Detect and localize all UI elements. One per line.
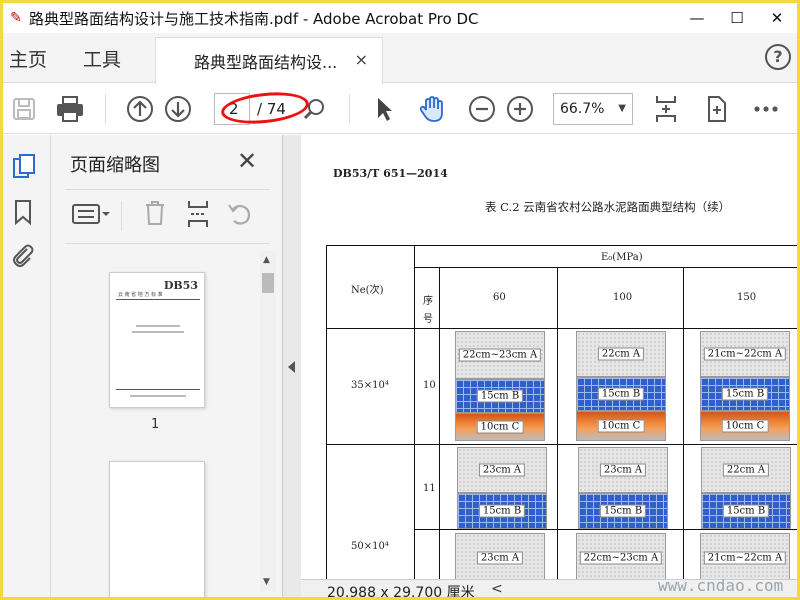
thumbnail-panel: 页面缩略图 ✕ DB53 云 南 省 地 方 标 准 1 <box>51 135 283 597</box>
layer-label: 22cm~23cm A <box>458 348 542 362</box>
zoom-out-icon[interactable] <box>467 92 497 126</box>
structure-stack: 23cm A 15cm B <box>457 447 547 529</box>
layer-label: 15cm B <box>599 504 647 518</box>
layer-label: 21cm~22cm A <box>703 347 787 361</box>
hand-tool-icon[interactable] <box>415 92 449 126</box>
layer-label: 15cm B <box>478 504 526 518</box>
navigation-rail <box>3 135 51 597</box>
tab-bar: 主页 工具 路典型路面结构设... × ? <box>3 33 797 84</box>
layer-label: 10cm C <box>597 419 645 433</box>
doc-header: DB53/T 651—2014 <box>333 167 448 180</box>
structure-stack: 23cm A <box>455 533 545 579</box>
document-tab[interactable]: 路典型路面结构设... × <box>155 37 383 84</box>
col-val-100: 100 <box>613 292 633 303</box>
row1-ne: 35×10⁴ <box>351 380 389 391</box>
layer-label: 22cm A <box>722 463 770 477</box>
zoom-in-icon[interactable] <box>505 92 535 126</box>
document-page: DB53/T 651—2014 表 C.2 云南省农村公路水泥路面典型结构（续）… <box>301 135 797 579</box>
row2-seq: 11 <box>423 483 436 494</box>
layer-label: 15cm B <box>597 387 645 401</box>
select-cursor-icon[interactable] <box>371 92 397 126</box>
structure-stack: 23cm A 15cm B <box>578 447 668 529</box>
col-seq-2: 号 <box>423 314 433 325</box>
document-tab-label: 路典型路面结构设... <box>194 53 338 72</box>
layer-label: 22cm~23cm A <box>579 551 663 565</box>
close-window-button[interactable]: ✕ <box>757 3 797 33</box>
layer-label: 15cm B <box>721 387 769 401</box>
zoom-value: 66.7% <box>560 101 605 117</box>
toolbar: 2 / 74 66.7% ▼ <box>3 84 797 134</box>
scroll-left-arrow[interactable]: < <box>491 581 503 597</box>
close-panel-icon[interactable]: ✕ <box>237 147 257 175</box>
fit-page-icon[interactable] <box>651 92 681 126</box>
page-thumbnails-icon[interactable] <box>11 153 37 185</box>
thumb-page-label: 1 <box>151 417 160 432</box>
layer-label: 15cm B <box>722 504 770 518</box>
save-icon[interactable] <box>9 92 39 126</box>
layer-label: 10cm C <box>476 420 524 434</box>
structure-stack: 22cm A 15cm B 10cm C <box>576 331 666 441</box>
rotate-page-icon[interactable] <box>227 201 253 231</box>
document-viewer: DB53/T 651—2014 表 C.2 云南省农村公路水泥路面典型结构（续）… <box>301 135 797 579</box>
window-title: 路典型路面结构设计与施工技术指南.pdf - Adobe Acrobat Pro… <box>29 9 479 28</box>
layer-label: 23cm A <box>599 463 647 477</box>
panel-title: 页面缩略图 <box>70 155 160 176</box>
structure-stack: 22cm A 15cm B <box>701 447 791 529</box>
page-thumbnail-2[interactable] <box>109 461 205 597</box>
nav-tools[interactable]: 工具 <box>83 45 121 72</box>
page-size: 20.988 x 29.700 厘米 <box>327 585 475 600</box>
col-e0: E₀(MPa) <box>601 252 643 263</box>
structure-stack: 21cm~22cm A 15cm B 10cm C <box>700 331 790 441</box>
table-caption: 表 C.2 云南省农村公路水泥路面典型结构（续） <box>485 200 731 214</box>
thumb-logo: DB53 <box>163 279 198 292</box>
previous-page-icon[interactable] <box>125 92 155 126</box>
extract-page-icon[interactable] <box>185 199 211 233</box>
close-tab-icon[interactable]: × <box>355 50 368 69</box>
row1-seq: 10 <box>423 380 436 391</box>
print-icon[interactable] <box>53 92 87 126</box>
attachment-icon[interactable] <box>11 241 35 273</box>
layer-label: 23cm A <box>478 463 526 477</box>
rotate-view-icon[interactable] <box>701 92 731 126</box>
layer-label: 15cm B <box>476 389 524 403</box>
layer-label: 22cm A <box>597 347 645 361</box>
row3-ne: 50×10⁴ <box>351 541 389 552</box>
next-page-icon[interactable] <box>163 92 193 126</box>
col-val-150: 150 <box>737 292 757 303</box>
layer-label: 23cm A <box>476 551 524 565</box>
thumb-header: 云 南 省 地 方 标 准 <box>118 292 163 298</box>
title-bar: ✎ 路典型路面结构设计与施工技术指南.pdf - Adobe Acrobat P… <box>3 3 797 33</box>
delete-page-icon[interactable] <box>143 199 167 231</box>
thumbnail-scrollbar[interactable]: ▲ ▼ <box>260 251 276 591</box>
col-seq-1: 序 <box>423 296 433 307</box>
help-icon[interactable]: ? <box>765 44 791 70</box>
maximize-button[interactable]: ☐ <box>717 3 757 33</box>
thumbnail-options-icon[interactable] <box>71 201 111 231</box>
bookmark-icon[interactable] <box>13 199 33 229</box>
layer-label: 10cm C <box>721 419 769 433</box>
col-ne: Ne(次) <box>351 285 384 296</box>
acrobat-app-icon: ✎ <box>10 10 22 26</box>
structure-stack: 22cm~23cm A 15cm B 10cm C <box>455 331 545 441</box>
page-thumbnail-1[interactable]: DB53 云 南 省 地 方 标 准 <box>109 272 205 408</box>
minimize-button[interactable]: — <box>677 3 717 33</box>
acrobat-window: ✎ 路典型路面结构设计与施工技术指南.pdf - Adobe Acrobat P… <box>0 0 800 600</box>
collapse-panel-handle[interactable] <box>283 135 301 597</box>
col-val-60: 60 <box>493 292 506 303</box>
watermark: www.cndao.com <box>658 576 784 595</box>
zoom-select[interactable]: 66.7% ▼ <box>553 93 633 125</box>
layer-label: 21cm~22cm A <box>703 551 787 565</box>
chevron-down-icon: ▼ <box>618 103 626 114</box>
structure-stack: 22cm~23cm A <box>576 533 666 579</box>
structure-stack: 21cm~22cm A <box>700 533 790 579</box>
nav-home[interactable]: 主页 <box>9 45 47 72</box>
more-tools-icon[interactable] <box>751 92 781 126</box>
